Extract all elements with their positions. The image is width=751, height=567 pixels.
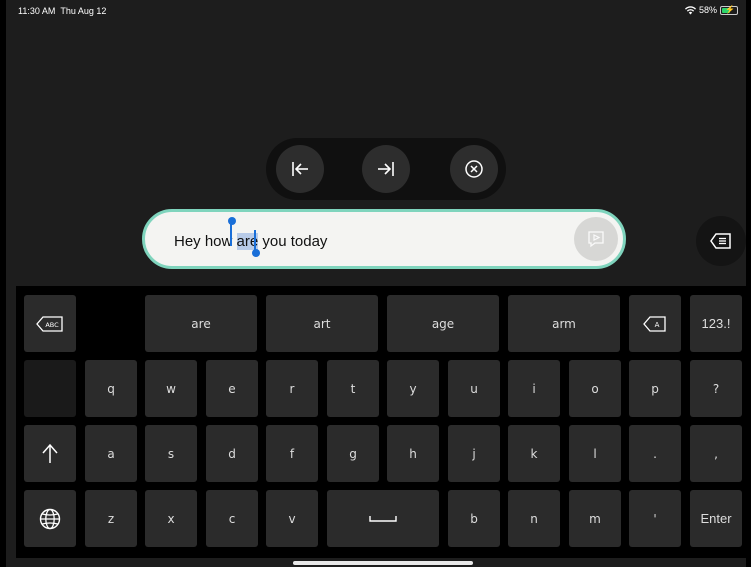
caret-to-start-icon xyxy=(292,162,308,176)
key-s[interactable]: s xyxy=(145,425,197,482)
key-q[interactable]: q xyxy=(85,360,137,417)
charging-bolt-icon: ⚡ xyxy=(725,4,735,14)
selection-end-handle[interactable] xyxy=(252,249,260,257)
key-comma[interactable]: , xyxy=(690,425,742,482)
battery-icon: ⚡ xyxy=(720,4,738,15)
screen: 11:30 AM Thu Aug 12 58% ⚡ Hey how are yo… xyxy=(6,0,746,567)
suggestion-key[interactable]: age xyxy=(387,295,499,352)
suggestion-key[interactable]: are xyxy=(145,295,257,352)
space-key[interactable] xyxy=(327,490,439,547)
selection-start-handle[interactable] xyxy=(228,217,236,225)
suggestion-key[interactable]: art xyxy=(266,295,378,352)
caret-navigation-bar xyxy=(266,138,506,200)
clear-text-button[interactable] xyxy=(450,145,498,193)
language-key[interactable] xyxy=(24,490,76,547)
key-f[interactable]: f xyxy=(266,425,318,482)
key-v[interactable]: v xyxy=(266,490,318,547)
key-z[interactable]: z xyxy=(85,490,137,547)
wifi-icon xyxy=(684,5,696,14)
svg-text:ABC: ABC xyxy=(45,321,59,329)
caret-to-end-icon xyxy=(378,162,394,176)
status-bar: 11:30 AM Thu Aug 12 58% ⚡ xyxy=(6,0,746,20)
caret-to-start-button[interactable] xyxy=(276,145,324,193)
selection-start-cursor xyxy=(230,224,232,246)
text-options-button[interactable] xyxy=(696,216,746,266)
key-i[interactable]: i xyxy=(508,360,560,417)
text-lines-icon xyxy=(710,233,731,249)
caret-to-end-button[interactable] xyxy=(362,145,410,193)
status-time: 11:30 AM Thu Aug 12 xyxy=(18,6,107,16)
key-w[interactable]: w xyxy=(145,360,197,417)
key-d[interactable]: d xyxy=(206,425,258,482)
speak-play-icon xyxy=(588,231,604,248)
key-question[interactable]: ? xyxy=(690,360,742,417)
key-l[interactable]: l xyxy=(569,425,621,482)
home-indicator[interactable] xyxy=(293,561,473,565)
key-c[interactable]: c xyxy=(206,490,258,547)
speak-button[interactable] xyxy=(574,217,618,261)
key-j[interactable]: j xyxy=(448,425,500,482)
keyboard: ABC are art age arm A 123.! q w e r t y … xyxy=(16,286,746,558)
key-n[interactable]: n xyxy=(508,490,560,547)
message-input[interactable]: Hey how are you today xyxy=(142,209,626,269)
key-apostrophe[interactable]: ' xyxy=(629,490,681,547)
backspace-a-icon: A xyxy=(643,315,666,332)
key-u[interactable]: u xyxy=(448,360,500,417)
globe-icon xyxy=(39,508,61,529)
key-o[interactable]: o xyxy=(569,360,621,417)
numbers-key[interactable]: 123.! xyxy=(690,295,742,352)
shift-key[interactable] xyxy=(24,425,76,482)
key-period[interactable]: . xyxy=(629,425,681,482)
status-indicators: 58% ⚡ xyxy=(684,4,738,15)
key-r[interactable]: r xyxy=(266,360,318,417)
svg-text:A: A xyxy=(655,321,660,329)
switch-abc-button[interactable]: ABC xyxy=(24,295,76,352)
space-bar-icon xyxy=(369,515,397,522)
enter-key[interactable]: Enter xyxy=(690,490,742,547)
backspace-key[interactable]: A xyxy=(629,295,681,352)
key-e[interactable]: e xyxy=(206,360,258,417)
key-a[interactable]: a xyxy=(85,425,137,482)
key-g[interactable]: g xyxy=(327,425,379,482)
clear-circle-icon xyxy=(465,160,483,178)
shift-arrow-icon xyxy=(42,443,58,463)
message-text[interactable]: Hey how are you today xyxy=(174,233,327,250)
key-t[interactable]: t xyxy=(327,360,379,417)
key-b[interactable]: b xyxy=(448,490,500,547)
key-h[interactable]: h xyxy=(387,425,439,482)
key-m[interactable]: m xyxy=(569,490,621,547)
key-k[interactable]: k xyxy=(508,425,560,482)
abc-backspace-icon: ABC xyxy=(36,315,63,332)
key-p[interactable]: p xyxy=(629,360,681,417)
key-y[interactable]: y xyxy=(387,360,439,417)
key-x[interactable]: x xyxy=(145,490,197,547)
blank-key xyxy=(24,360,76,417)
suggestion-key[interactable]: arm xyxy=(508,295,620,352)
battery-percent: 58% xyxy=(698,5,717,15)
